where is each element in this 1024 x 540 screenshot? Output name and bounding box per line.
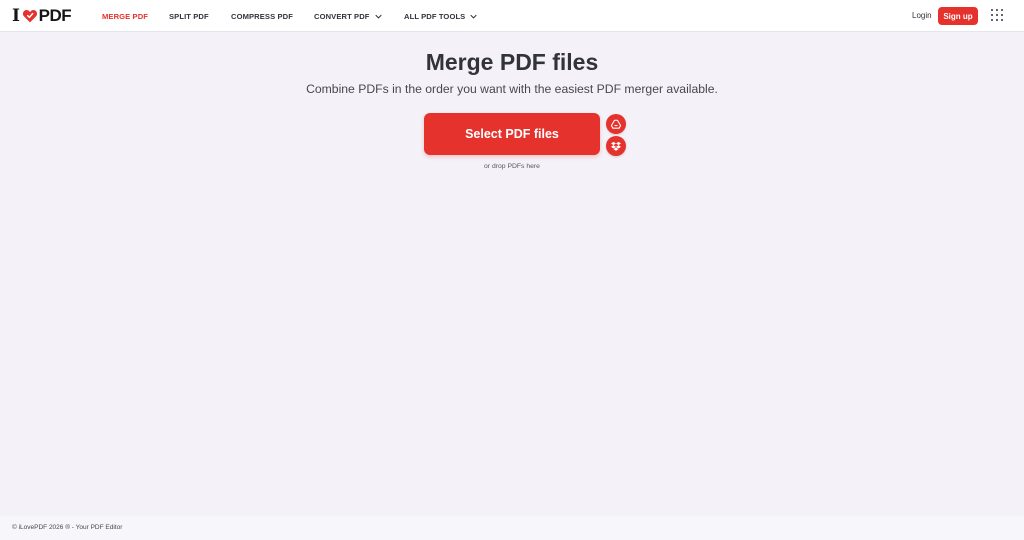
chevron-down-icon — [470, 14, 478, 19]
ilovepdf-logo[interactable]: I PDF — [12, 6, 72, 26]
nav-split-pdf[interactable]: SPLIT PDF — [169, 12, 209, 21]
select-pdf-files-button[interactable]: Select PDF files — [424, 113, 600, 155]
nav-convert-pdf[interactable]: CONVERT PDF — [314, 12, 382, 21]
logo-letter-i: I — [12, 6, 20, 26]
nav-label: CONVERT PDF — [314, 12, 370, 21]
footer: © iLovePDF 2026 ® - Your PDF Editor — [0, 516, 1024, 540]
nav-compress-pdf[interactable]: COMPRESS PDF — [231, 12, 293, 21]
footer-copyright: © iLovePDF 2026 ® - Your PDF Editor — [12, 524, 123, 531]
google-drive-button[interactable] — [606, 114, 626, 134]
google-drive-icon — [611, 119, 621, 129]
grid-dots-icon[interactable] — [991, 9, 1005, 23]
page-title: Merge PDF files — [425, 49, 599, 75]
nav-label: ALL PDF TOOLS — [404, 12, 466, 21]
chevron-down-icon — [374, 14, 382, 19]
logo-pdf-text: PDF — [38, 6, 72, 25]
nav-merge-pdf[interactable]: MERGE PDF — [102, 12, 148, 21]
heart-icon — [22, 10, 37, 23]
nav-label: SPLIT PDF — [169, 12, 209, 21]
signup-button[interactable]: Sign up — [938, 7, 978, 25]
page-subtitle: Combine PDFs in the order you want with … — [306, 82, 718, 96]
nav-label: COMPRESS PDF — [231, 12, 293, 21]
drop-hint-text: or drop PDFs here — [484, 163, 540, 170]
login-link[interactable]: Login — [912, 11, 932, 20]
nav-label: MERGE PDF — [102, 12, 149, 21]
dropbox-icon — [611, 141, 621, 151]
top-navbar: I PDF MERGE PDF SPLIT PDF COMPRESS PDF C… — [0, 0, 1024, 32]
nav-all-pdf-tools[interactable]: ALL PDF TOOLS — [404, 12, 478, 21]
dropbox-button[interactable] — [606, 136, 626, 156]
